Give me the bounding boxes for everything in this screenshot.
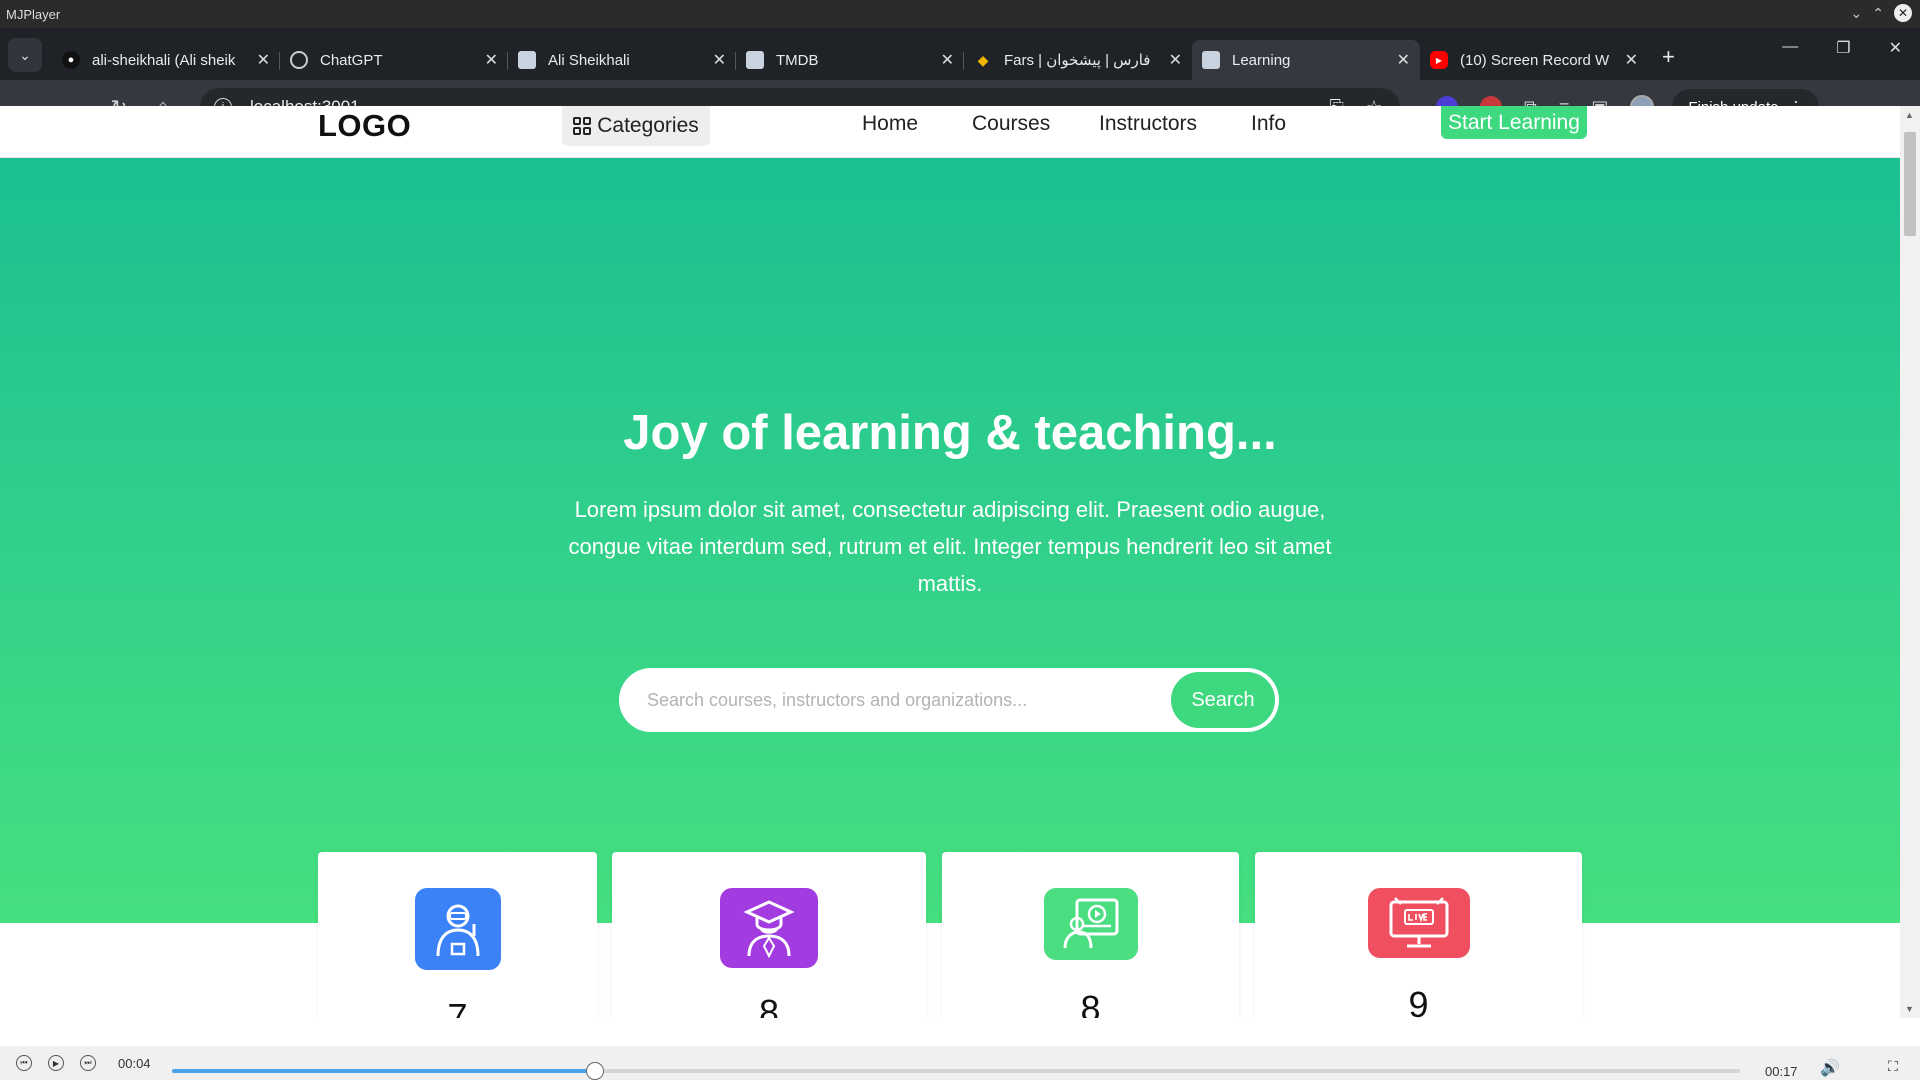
video-lesson-icon (1043, 888, 1138, 960)
search-bar: Search (619, 668, 1279, 732)
stat-card-instructors[interactable]: 7 (318, 852, 597, 1018)
player-controls: ⏮ ▶ ⏭ 00:04 00:17 🔊 ⛶ (0, 1046, 1920, 1080)
stat-value: 7 (447, 996, 468, 1018)
start-learning-button[interactable]: Start Learning (1441, 106, 1587, 139)
categories-label: Categories (597, 114, 699, 137)
profile-icon (746, 51, 764, 69)
tab-title: Ali Sheikhali (548, 51, 630, 69)
seek-bar[interactable] (172, 1062, 1740, 1080)
player-title-bar: MJPlayer ⌄ ⌃ ✕ (0, 0, 1920, 28)
stat-card-live-streams[interactable]: 9 (1255, 852, 1582, 1018)
close-icon[interactable]: ✕ (257, 50, 270, 70)
scrollbar-thumb[interactable] (1904, 132, 1916, 236)
stat-card-video-lessons[interactable]: 8 (942, 852, 1239, 1018)
tab-learning[interactable]: Learning ✕ (1192, 40, 1420, 80)
github-icon: ● (62, 51, 80, 69)
minimize-icon[interactable]: — (1782, 38, 1798, 58)
close-icon[interactable]: ✕ (941, 50, 954, 70)
tab-chatgpt[interactable]: ChatGPT ✕ (280, 40, 508, 80)
close-icon[interactable]: ✕ (1397, 50, 1410, 70)
youtube-icon: ▶ (1430, 51, 1448, 69)
search-input[interactable] (647, 689, 1147, 711)
previous-icon[interactable]: ⏮ (16, 1055, 32, 1071)
close-icon[interactable]: ✕ (1894, 4, 1912, 22)
tab-title: Fars | فارس | پیشخوان (1004, 52, 1151, 69)
close-icon[interactable]: ✕ (1169, 50, 1182, 70)
restore-icon[interactable]: ❐ (1836, 38, 1850, 58)
tab-search-icon[interactable]: ⌄ (8, 38, 42, 72)
tab-fars[interactable]: ◆ Fars | فارس | پیشخوان ✕ (964, 40, 1192, 80)
page-viewport: LOGO Categories Home Courses Instructors… (0, 106, 1900, 1018)
profile-icon (518, 51, 536, 69)
tab-tmdb[interactable]: TMDB ✕ (736, 40, 964, 80)
scroll-down-icon[interactable]: ▼ (1905, 1004, 1914, 1014)
tab-youtube[interactable]: ▶ (10) Screen Record W ✕ (1420, 40, 1648, 80)
play-icon[interactable]: ▶ (48, 1055, 64, 1071)
stat-card-graduates[interactable]: 8 (612, 852, 926, 1018)
total-time: 00:17 (1765, 1064, 1798, 1079)
page-scrollbar[interactable]: ▲ ▼ (1900, 106, 1920, 1018)
tab-title: ChatGPT (320, 51, 383, 69)
categories-button[interactable]: Categories (562, 106, 710, 146)
new-tab-icon[interactable]: + (1662, 44, 1675, 70)
tab-title: TMDB (776, 51, 819, 69)
close-icon[interactable]: ✕ (1625, 50, 1638, 70)
close-icon[interactable]: ✕ (713, 50, 726, 70)
stat-value: 8 (1080, 988, 1101, 1018)
close-window-icon[interactable]: ✕ (1889, 38, 1902, 58)
seek-progress (172, 1069, 596, 1073)
live-stream-icon (1367, 888, 1470, 958)
scroll-up-icon[interactable]: ▲ (1905, 110, 1914, 120)
profile-icon (1202, 51, 1220, 69)
fullscreen-icon[interactable]: ⛶ (1888, 1058, 1898, 1075)
nav-instructors[interactable]: Instructors (1099, 112, 1197, 136)
hero-subtitle: Lorem ipsum dolor sit amet, consectetur … (568, 497, 1332, 596)
close-icon[interactable]: ✕ (485, 50, 498, 70)
stat-value: 9 (1408, 984, 1429, 1018)
fars-icon: ◆ (977, 51, 989, 68)
tab-title: Learning (1232, 51, 1291, 69)
current-time: 00:04 (118, 1055, 151, 1071)
hero-section: Joy of learning & teaching... Lorem ipsu… (0, 158, 1900, 923)
tab-strip: ⌄ ● ali-sheikhali (Ali sheik ✕ ChatGPT ✕… (0, 28, 1920, 80)
tab-title: ali-sheikhali (Ali sheik (92, 51, 236, 69)
seek-handle[interactable] (586, 1062, 605, 1080)
chevron-up-icon[interactable]: ⌃ (1872, 5, 1884, 22)
next-icon[interactable]: ⏭ (80, 1055, 96, 1071)
nav-info[interactable]: Info (1251, 112, 1286, 136)
tab-ali-sheikhali[interactable]: Ali Sheikhali ✕ (508, 40, 736, 80)
chevron-down-icon[interactable]: ⌄ (1851, 5, 1863, 22)
site-header: LOGO Categories Home Courses Instructors… (0, 106, 1900, 158)
chatgpt-icon (290, 51, 308, 69)
hero-title: Joy of learning & teaching... (623, 406, 1277, 460)
tab-github[interactable]: ● ali-sheikhali (Ali sheik ✕ (52, 40, 280, 80)
grid-icon (573, 117, 592, 135)
nav-courses[interactable]: Courses (972, 112, 1050, 136)
nav-home[interactable]: Home (862, 112, 918, 136)
site-logo[interactable]: LOGO (318, 108, 411, 144)
volume-icon[interactable]: 🔊 (1820, 1058, 1840, 1078)
search-button[interactable]: Search (1171, 672, 1275, 728)
graduate-icon (720, 888, 818, 968)
stat-value: 8 (758, 992, 780, 1018)
player-title: MJPlayer (6, 6, 61, 22)
instructor-icon (414, 888, 501, 970)
tab-title: (10) Screen Record W (1460, 51, 1610, 69)
